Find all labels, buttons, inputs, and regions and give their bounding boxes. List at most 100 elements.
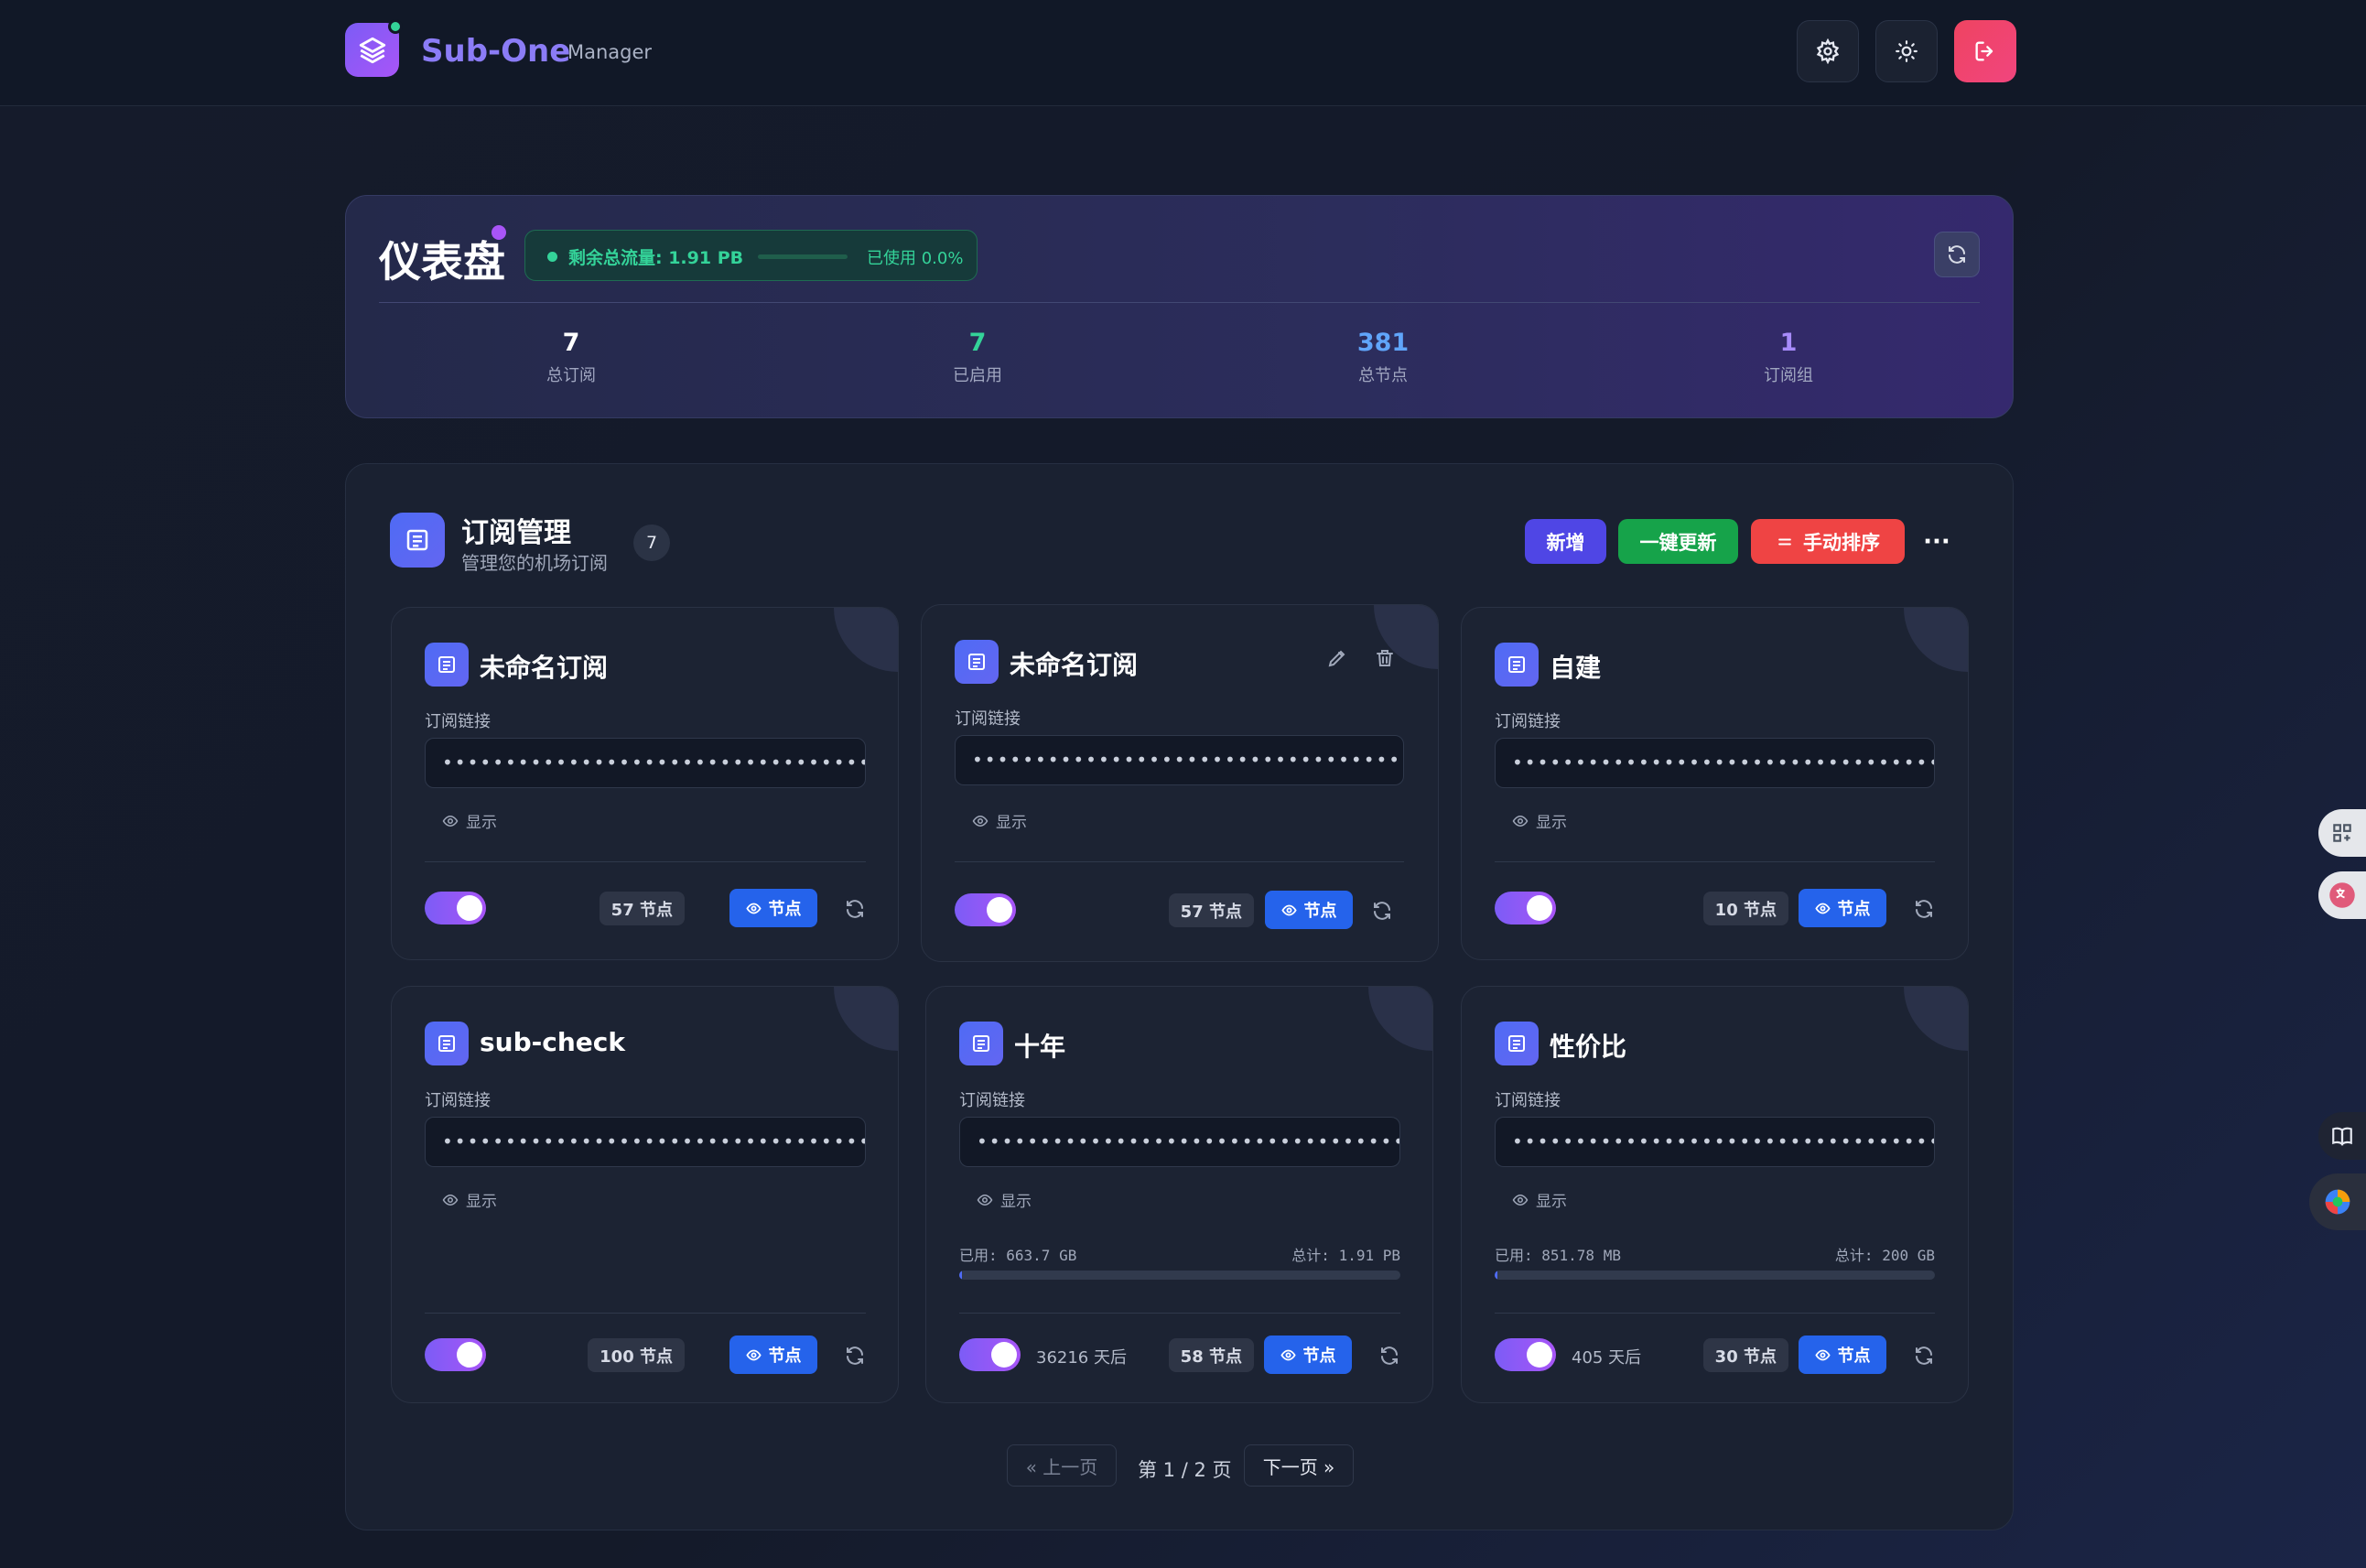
- usage-total: 总计: 200 GB: [1834, 1247, 1935, 1264]
- eye-icon: [1814, 903, 1831, 914]
- card-footer: 405 天后 30 节点 节点: [1495, 1336, 1935, 1374]
- eye-icon: [1280, 904, 1297, 915]
- app-logo[interactable]: [345, 19, 403, 77]
- card-corner-decoration: [1368, 987, 1432, 1051]
- traffic-used: 已使用 0.0%: [867, 249, 964, 268]
- show-url-button[interactable]: 显示: [972, 809, 1027, 832]
- enable-toggle[interactable]: [425, 1338, 486, 1371]
- link-label: 订阅链接: [425, 712, 491, 731]
- subscription-url-field[interactable]: ••••••••••••••••••••••••••••••••••••••••…: [1495, 738, 1935, 788]
- subscription-url-field[interactable]: ••••••••••••••••••••••••••••••••••••••••…: [1495, 1117, 1935, 1167]
- subscription-url-field[interactable]: ••••••••••••••••••••••••••••••••••••••••…: [425, 738, 866, 788]
- theme-toggle-button[interactable]: [1875, 20, 1938, 82]
- refresh-icon[interactable]: [1913, 1345, 1935, 1367]
- view-nodes-button[interactable]: 节点: [1265, 891, 1353, 929]
- subscription-url-field[interactable]: ••••••••••••••••••••••••••••••••••••••••…: [425, 1117, 866, 1167]
- more-options-button[interactable]: ···: [1918, 519, 1955, 564]
- add-subscription-button[interactable]: 新增: [1525, 519, 1606, 564]
- node-count-badge: 57 节点: [599, 892, 685, 925]
- edit-pencil-icon[interactable]: [1326, 647, 1348, 669]
- manual-sort-button[interactable]: 手动排序: [1751, 519, 1905, 564]
- traffic-remaining: 剩余总流量: 1.91 PB: [568, 248, 744, 268]
- subscription-count-badge: 7: [633, 524, 670, 561]
- link-label: 订阅链接: [955, 709, 1021, 729]
- side-translate-widget[interactable]: [2318, 871, 2366, 919]
- card-divider: [955, 861, 1404, 862]
- toggle-knob: [1527, 895, 1552, 921]
- node-count-badge: 10 节点: [1702, 892, 1788, 925]
- node-count-badge: 57 节点: [1168, 893, 1254, 927]
- card-icon: [1495, 1022, 1539, 1065]
- show-url-button[interactable]: 显示: [442, 1188, 497, 1211]
- stat-label: 订阅组: [1764, 366, 1813, 385]
- logout-button[interactable]: [1954, 20, 2016, 82]
- node-count-badge: 58 节点: [1168, 1338, 1254, 1372]
- show-url-button[interactable]: 显示: [442, 809, 497, 832]
- usage-total: 总计: 1.91 PB: [1291, 1247, 1400, 1264]
- refresh-icon[interactable]: [1378, 1345, 1400, 1367]
- card-footer: 10 节点 节点: [1495, 889, 1935, 927]
- link-label: 订阅链接: [959, 1091, 1025, 1110]
- card-title: 自建: [1550, 653, 1602, 683]
- status-dot: [388, 19, 403, 34]
- card-footer: 57 节点 节点: [425, 889, 866, 927]
- enable-toggle[interactable]: [425, 892, 486, 925]
- dashboard-title-dot: [492, 225, 506, 240]
- enable-toggle[interactable]: [1495, 892, 1556, 925]
- card-divider: [1495, 861, 1935, 862]
- refresh-icon[interactable]: [1371, 900, 1393, 922]
- card-title: 未命名订阅: [1010, 650, 1139, 680]
- side-reader-widget[interactable]: [2318, 1112, 2366, 1160]
- book-open-icon: [2332, 1127, 2352, 1146]
- translate-icon: [2329, 882, 2355, 908]
- show-url-button[interactable]: 显示: [1512, 1188, 1567, 1211]
- dashboard-divider: [379, 302, 1980, 303]
- refresh-icon: [1949, 245, 1965, 264]
- enable-toggle[interactable]: [959, 1338, 1021, 1371]
- usage-progress-bar: [1495, 1271, 1935, 1280]
- dashboard-refresh-button[interactable]: [1934, 232, 1980, 277]
- refresh-icon[interactable]: [844, 1345, 866, 1367]
- subscription-url-field[interactable]: ••••••••••••••••••••••••••••••••••••••••…: [955, 735, 1404, 785]
- stat-enabled: 7 已启用: [886, 329, 1069, 386]
- stat-value: 7: [968, 329, 987, 357]
- next-page-button[interactable]: 下一页 »: [1244, 1444, 1354, 1487]
- side-assistant-widget[interactable]: [2309, 1173, 2366, 1230]
- delete-trash-icon[interactable]: [1374, 647, 1396, 669]
- enable-toggle[interactable]: [1495, 1338, 1556, 1371]
- document-icon: [973, 1035, 989, 1052]
- card-icon: [425, 1022, 469, 1065]
- card-title: 未命名订阅: [480, 653, 609, 683]
- show-url-button[interactable]: 显示: [977, 1188, 1032, 1211]
- side-apps-widget[interactable]: [2318, 809, 2366, 857]
- update-all-label: 一键更新: [1639, 531, 1717, 554]
- refresh-icon[interactable]: [1913, 898, 1935, 920]
- show-label: 显示: [1536, 1193, 1567, 1211]
- subscription-url-field[interactable]: ••••••••••••••••••••••••••••••••••••••••…: [959, 1117, 1400, 1167]
- view-nodes-button[interactable]: 节点: [1799, 889, 1886, 927]
- brand-name: Sub-One: [421, 33, 571, 70]
- enable-toggle[interactable]: [955, 893, 1016, 926]
- show-label: 显示: [466, 1193, 497, 1211]
- node-button-label: 节点: [1303, 902, 1337, 921]
- view-nodes-button[interactable]: 节点: [1799, 1336, 1886, 1374]
- toggle-knob: [991, 1342, 1017, 1368]
- settings-button[interactable]: [1797, 20, 1859, 82]
- view-nodes-button[interactable]: 节点: [729, 889, 817, 927]
- stat-label: 总节点: [1358, 366, 1408, 385]
- prev-page-button[interactable]: « 上一页: [1007, 1444, 1117, 1487]
- node-count-badge: 30 节点: [1702, 1338, 1788, 1372]
- update-all-button[interactable]: 一键更新: [1618, 519, 1738, 564]
- view-nodes-button[interactable]: 节点: [1264, 1336, 1352, 1374]
- document-icon: [438, 1035, 455, 1052]
- eye-icon: [442, 815, 459, 827]
- show-url-button[interactable]: 显示: [1512, 809, 1567, 832]
- view-nodes-button[interactable]: 节点: [729, 1336, 817, 1374]
- settings-icon: [1816, 38, 1840, 64]
- card-divider: [425, 861, 866, 862]
- link-label: 订阅链接: [425, 1091, 491, 1110]
- subscription-icon: [390, 513, 445, 568]
- refresh-icon[interactable]: [844, 898, 866, 920]
- document-icon: [1508, 1035, 1525, 1052]
- eye-icon: [1512, 815, 1529, 827]
